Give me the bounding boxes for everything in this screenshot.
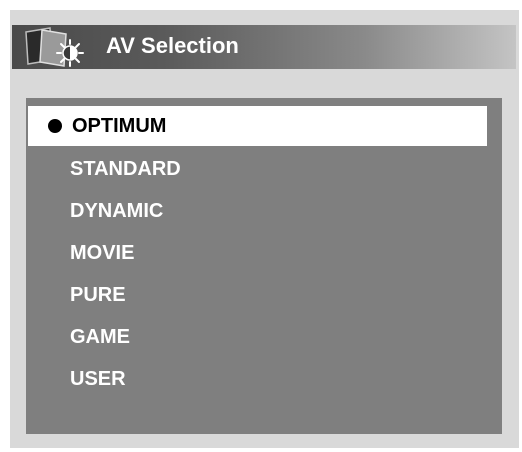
menu-item-label: DYNAMIC: [70, 200, 164, 222]
menu-item-optimum[interactable]: OPTIMUM: [28, 106, 487, 146]
menu-item-label: OPTIMUM: [72, 115, 167, 137]
menu-item-label: MOVIE: [70, 242, 135, 264]
menu-item-label: GAME: [70, 326, 130, 348]
menu-item-dynamic[interactable]: DYNAMIC: [26, 190, 502, 232]
av-selection-osd: AV Selection OPTIMUM STANDARD DYNAMIC MO…: [10, 10, 519, 448]
menu-item-label: STANDARD: [70, 158, 181, 180]
selected-bullet-icon: [48, 119, 62, 133]
menu-item-standard[interactable]: STANDARD: [26, 148, 502, 190]
menu-item-game[interactable]: GAME: [26, 316, 502, 358]
menu-item-label: USER: [70, 368, 126, 390]
menu-item-user[interactable]: USER: [26, 358, 502, 400]
av-mode-menu: OPTIMUM STANDARD DYNAMIC MOVIE PURE GAME: [26, 98, 502, 434]
menu-title: AV Selection: [106, 33, 239, 58]
menu-item-movie[interactable]: MOVIE: [26, 232, 502, 274]
menu-item-label: PURE: [70, 284, 126, 306]
av-picture-brightness-icon: [20, 26, 90, 72]
av-mode-list: OPTIMUM STANDARD DYNAMIC MOVIE PURE GAME: [26, 106, 502, 400]
menu-item-pure[interactable]: PURE: [26, 274, 502, 316]
title-bar: AV Selection: [12, 25, 516, 69]
